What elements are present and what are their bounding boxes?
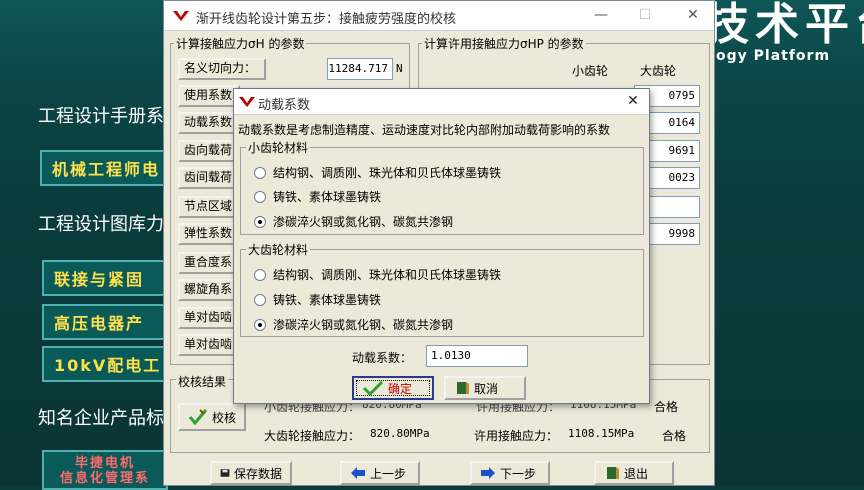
portal-button-hv-products[interactable]: 高压电器产	[42, 304, 168, 340]
window-title: 渐开线齿轮设计第五步：接触疲劳强度的校核	[196, 12, 457, 27]
large-gear-allowable-value: 1108.15MPa	[568, 427, 635, 440]
portal-subtitle: ogy Platform	[716, 48, 831, 64]
large-gear-status: 合格	[662, 429, 687, 443]
ok-button[interactable]: 确定	[352, 376, 434, 400]
dialog-titlebar: 动载系数 ✕	[234, 89, 649, 115]
arrow-left-icon	[351, 467, 365, 479]
dialog-close-button[interactable]: ✕	[624, 93, 642, 109]
column-large-gear: 大齿轮	[640, 64, 677, 78]
large-gear-option-cast-iron[interactable]: 铸铁、素体球墨铸铁	[254, 291, 381, 308]
radio-button[interactable]	[254, 166, 266, 179]
nominal-force-field[interactable]: 11284.717	[327, 58, 393, 80]
cancel-label: 取消	[474, 381, 499, 396]
single-pair-factor-button-2[interactable]: 单对齿啮	[178, 334, 240, 356]
single-pair-factor-button-1[interactable]: 单对齿啮	[178, 307, 240, 329]
save-data-label: 保存数据	[233, 466, 282, 481]
checkmark-icon	[362, 380, 384, 396]
small-gear-status: 合格	[654, 400, 679, 414]
maximize-button[interactable]: ☐	[636, 7, 654, 23]
large-gear-material-title: 大齿轮材料	[246, 241, 311, 258]
dialog-description: 动载系数是考虑制造精度、运动速度对比轮内部附加动载荷影响的系数	[238, 123, 611, 137]
portal-link-design-manual[interactable]: 工程设计手册系	[38, 102, 164, 128]
cancel-button[interactable]: 取消	[444, 376, 526, 400]
save-icon	[220, 469, 230, 477]
radio-button[interactable]	[254, 268, 266, 281]
arrow-right-icon	[481, 467, 495, 479]
dialog-logo-icon	[239, 97, 255, 107]
large-gear-stress-value: 820.80MPa	[370, 427, 430, 440]
helix-angle-factor-button[interactable]: 螺旋角系	[178, 279, 240, 301]
save-data-button[interactable]: 保存数据	[210, 461, 292, 485]
pencil-check-icon	[188, 409, 208, 426]
large-gear-allowable-label: 许用接触应力：	[474, 429, 559, 443]
check-button[interactable]: 校核	[178, 403, 246, 431]
minimize-button[interactable]: —	[592, 7, 610, 23]
next-step-button[interactable]: 下一步	[470, 461, 550, 485]
large-gear-option-carburized-steel[interactable]: 渗碳淬火钢或氮化钢、碳氮共渗钢	[254, 316, 453, 333]
small-gear-option-cast-iron[interactable]: 铸铁、素体球墨铸铁	[254, 188, 381, 205]
portal-button-mech-engineer[interactable]: 机械工程师电	[40, 150, 168, 186]
portal-button-fasteners[interactable]: 联接与紧固	[42, 260, 168, 296]
dynamic-factor-label: 动载系数：	[352, 351, 413, 365]
large-gear-option-structural-steel[interactable]: 结构钢、调质刚、珠光体和贝氏体球墨铸铁	[254, 266, 501, 283]
zone-factor-button[interactable]: 节点区域	[178, 196, 240, 218]
exit-label: 退出	[624, 466, 649, 481]
ok-label: 确定	[388, 381, 413, 396]
app-logo-icon	[173, 11, 189, 21]
portal-link-design-library[interactable]: 工程设计图库力	[38, 210, 164, 236]
face-load-factor-button[interactable]: 齿向载荷	[178, 140, 240, 162]
column-small-gear: 小齿轮	[572, 64, 609, 78]
portal-button-bijie[interactable]: 毕捷电机 信息化管理系	[42, 450, 168, 490]
radio-button[interactable]	[254, 293, 266, 306]
dynamic-factor-button[interactable]: 动载系数	[178, 112, 240, 134]
close-button[interactable]: ✕	[684, 7, 702, 23]
radio-button-selected[interactable]	[254, 215, 266, 228]
dynamic-factor-value[interactable]: 1.0130	[426, 345, 528, 367]
option-label: 铸铁、素体球墨铸铁	[273, 293, 382, 307]
previous-step-label: 上一步	[370, 466, 407, 481]
nominal-force-unit: N	[396, 62, 403, 75]
dynamic-factor-dialog: 动载系数 ✕ 动载系数是考虑制造精度、运动速度对比轮内部附加动载荷影响的系数 小…	[233, 88, 650, 404]
transverse-load-factor-button[interactable]: 齿间载荷	[178, 167, 240, 189]
next-step-label: 下一步	[500, 466, 537, 481]
small-gear-material-title: 小齿轮材料	[246, 139, 311, 156]
portal-link-vendor-products[interactable]: 知名企业产品标	[38, 404, 164, 430]
option-label: 结构钢、调质刚、珠光体和贝氏体球墨铸铁	[273, 268, 502, 282]
portal-button-10kv[interactable]: 10kV配电工	[42, 346, 168, 382]
usage-factor-button[interactable]: 使用系数	[178, 85, 240, 107]
option-label: 渗碳淬火钢或氮化钢、碳氮共渗钢	[273, 318, 454, 332]
nominal-force-button[interactable]: 名义切向力：	[178, 58, 266, 80]
large-gear-stress-label: 大齿轮接触应力：	[264, 429, 361, 443]
cancel-door-icon	[457, 382, 469, 394]
radio-button[interactable]	[254, 190, 266, 203]
exit-door-icon	[607, 467, 619, 479]
result-title: 校核结果	[176, 373, 229, 390]
allowable-stress-params-title: 计算许用接触应力σHP 的参数	[422, 35, 586, 52]
small-gear-option-carburized-steel[interactable]: 渗碳淬火钢或氮化钢、碳氮共渗钢	[254, 213, 453, 230]
radio-button-selected[interactable]	[254, 318, 266, 331]
elasticity-factor-button[interactable]: 弹性系数	[178, 223, 240, 245]
small-gear-option-structural-steel[interactable]: 结构钢、调质刚、珠光体和贝氏体球墨铸铁	[254, 164, 501, 181]
contact-ratio-factor-button[interactable]: 重合度系	[178, 252, 240, 274]
contact-stress-params-title: 计算接触应力σH 的参数	[174, 35, 307, 52]
previous-step-button[interactable]: 上一步	[340, 461, 420, 485]
dialog-title: 动载系数	[258, 98, 311, 113]
window-titlebar: 渐开线齿轮设计第五步：接触疲劳强度的校核 — ☐ ✕	[164, 1, 714, 31]
option-label: 渗碳淬火钢或氮化钢、碳氮共渗钢	[273, 215, 454, 229]
option-label: 铸铁、素体球墨铸铁	[273, 190, 382, 204]
check-button-label: 校核	[211, 410, 236, 425]
exit-button[interactable]: 退出	[594, 461, 674, 485]
option-label: 结构钢、调质刚、珠光体和贝氏体球墨铸铁	[273, 166, 502, 180]
